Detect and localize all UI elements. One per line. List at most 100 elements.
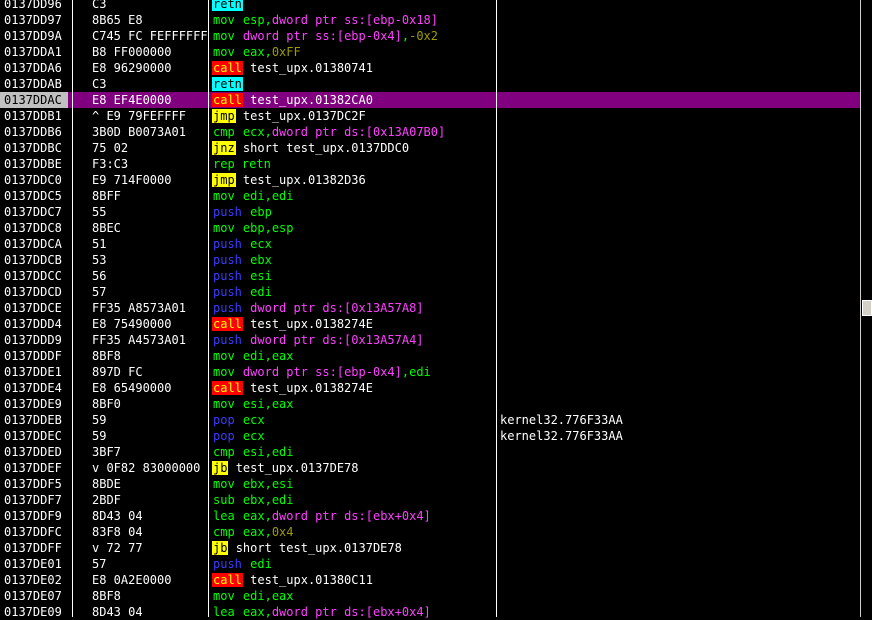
operand: short test_upx.0137DE78	[235, 541, 402, 555]
address-cell: 0137DDF7	[4, 493, 62, 507]
instruction-row[interactable]: 0137DDC8 8BEC mov ebp,esp	[0, 220, 860, 236]
instruction-row[interactable]: 0137DDEC 59 pop ecx kernel32.776F33AA	[0, 428, 860, 444]
operand: dword ptr ds:[0x13A57A4]	[250, 333, 424, 347]
instruction-row[interactable]: 0137DDF5 8BDE mov ebx,esi	[0, 476, 860, 492]
instruction-row[interactable]: 0137DDC7 55 push ebp	[0, 204, 860, 220]
instruction-row[interactable]: 0137DDC5 8BFF mov edi,edi	[0, 188, 860, 204]
instruction-row[interactable]: 0137DDE9 8BF0 mov esi,eax	[0, 396, 860, 412]
operand: ecx	[250, 237, 272, 251]
instruction-row[interactable]: 0137DDC0 E9 714F0000 jmp test_upx.01382D36	[0, 172, 860, 188]
disassembly-cell: cmp ecx,dword ptr ds:[0x13A07B0]	[212, 124, 445, 140]
mnemonic: retn	[212, 77, 243, 91]
disassembly-cell: push ebp	[212, 204, 272, 220]
hex-bytes-cell: E8 96290000	[92, 61, 172, 75]
operand: test_upx.01382CA0	[250, 93, 373, 107]
address-cell: 0137DDEF	[4, 461, 62, 475]
instruction-row[interactable]: 0137DDBE F3:C3 rep retn	[0, 156, 860, 172]
hex-bytes-cell: 3B0D B0073A01	[92, 125, 186, 139]
instruction-row[interactable]: 0137DDF9 8D43 04 lea eax,dword ptr ds:[ebx…	[0, 508, 860, 524]
mnemonic: cmp	[213, 125, 235, 139]
disassembly-cell: push ecx	[212, 236, 272, 252]
instruction-row[interactable]: 0137DE07 8BF8 mov edi,eax	[0, 588, 860, 604]
address-cell: 0137DDAB	[4, 77, 62, 91]
instruction-row[interactable]: 0137DDEF v 0F82 83000000 jb test_upx.0137D…	[0, 460, 860, 476]
disassembly-cell: push edi	[212, 556, 272, 572]
operand: dword ptr ds:[0x13A07B0]	[271, 125, 446, 139]
instruction-row[interactable]: 0137DDE4 E8 65490000 call test_upx.0138274…	[0, 380, 860, 396]
mnemonic: jmp	[212, 173, 236, 187]
instruction-row[interactable]: 0137DD97 8B65 E8 mov esp,dword ptr ss:[ebp…	[0, 12, 860, 28]
instruction-row[interactable]: 0137DDEB 59 pop ecx kernel32.776F33AA	[0, 412, 860, 428]
mnemonic: pop	[213, 413, 235, 427]
hex-bytes-cell: F3:C3	[92, 157, 129, 171]
instruction-row[interactable]: 0137DD9A C745 FC FEFFFFFF mov dword ptr ss…	[0, 28, 860, 44]
operand: dword ptr ss:[ebp-0x18]	[271, 13, 438, 27]
hex-bytes-cell: 53	[92, 253, 107, 267]
instruction-row[interactable]: 0137DE01 57 push edi	[0, 556, 860, 572]
instruction-row[interactable]: 0137DE02 E8 0A2E0000 call test_upx.01380C1…	[0, 572, 860, 588]
address-cell: 0137DDC7	[4, 205, 62, 219]
disassembly-cell: jb short test_upx.0137DE78	[212, 540, 402, 556]
selected-instruction-row[interactable]: 0137DDAC E8 EF4E0000 call test_upx.01382CA…	[0, 92, 860, 108]
column-divider-disasm[interactable]	[496, 0, 497, 617]
instruction-row[interactable]: 0137DDB1 ^ E9 79FEFFFF jmp test_upx.0137DC…	[0, 108, 860, 124]
disassembly-cell: jmp test_upx.0137DC2F	[212, 108, 366, 124]
instruction-row[interactable]: 0137DDCC 56 push esi	[0, 268, 860, 284]
instruction-row[interactable]: 0137DDCA 51 push ecx	[0, 236, 860, 252]
instruction-row[interactable]: 0137DDB6 3B0D B0073A01 cmp ecx,dword ptr d…	[0, 124, 860, 140]
instruction-row[interactable]: 0137DDDF 8BF8 mov edi,eax	[0, 348, 860, 364]
disassembly-cell: cmp esi,edi	[212, 444, 294, 460]
instruction-row[interactable]: 0137DD96 C3 retn	[0, 0, 860, 12]
disassembly-cell: retn	[212, 76, 243, 92]
address-cell: 0137DDE1	[4, 365, 62, 379]
hex-bytes-cell: 59	[92, 413, 107, 427]
hex-bytes-cell: 55	[92, 205, 107, 219]
operand: eax,	[242, 525, 272, 539]
hex-bytes-cell: 8D43 04	[92, 509, 143, 523]
operand: edi,eax	[242, 349, 294, 363]
column-divider-hex[interactable]	[208, 0, 209, 617]
disassembly-cell: cmp eax,0x4	[212, 524, 294, 540]
mnemonic: call	[212, 317, 243, 331]
address-cell: 0137DDC8	[4, 221, 62, 235]
disassembly-cell: pop ecx	[212, 412, 265, 428]
operand: dword ptr ds:[0x13A57A8]	[250, 301, 424, 315]
disassembly-cell: push esi	[212, 268, 272, 284]
instruction-row[interactable]: 0137DDD9 FF35 A4573A01 push dword ptr ds:[…	[0, 332, 860, 348]
instruction-row[interactable]: 0137DDFF v 72 77 jb short test_upx.0137DE7…	[0, 540, 860, 556]
mnemonic: call	[212, 61, 243, 75]
address-cell: 0137DD9A	[4, 29, 62, 43]
instruction-row[interactable]: 0137DDFC 83F8 04 cmp eax,0x4	[0, 524, 860, 540]
mnemonic: pop	[213, 429, 235, 443]
hex-bytes-cell: 57	[92, 285, 107, 299]
instruction-row[interactable]: 0137DDE1 897D FC mov dword ptr ss:[ebp-0x4…	[0, 364, 860, 380]
hex-bytes-cell: 57	[92, 557, 107, 571]
instruction-row[interactable]: 0137DE09 8D43 04 lea eax,dword ptr ds:[ebx…	[0, 604, 860, 620]
instruction-row[interactable]: 0137DDF7 2BDF sub ebx,edi	[0, 492, 860, 508]
address-cell: 0137DDCA	[4, 237, 62, 251]
disassembly-cell: jmp test_upx.01382D36	[212, 172, 366, 188]
instruction-row[interactable]: 0137DDBC 75 02 jnz short test_upx.0137DDC0	[0, 140, 860, 156]
mnemonic: mov	[213, 221, 235, 235]
column-divider-address[interactable]	[72, 0, 73, 617]
disassembly-cell: lea eax,dword ptr ds:[ebx+0x4]	[212, 508, 431, 524]
vertical-scrollbar[interactable]	[860, 0, 872, 617]
instruction-row[interactable]: 0137DDCD 57 push edi	[0, 284, 860, 300]
instruction-row[interactable]: 0137DDAB C3 retn	[0, 76, 860, 92]
instruction-row[interactable]: 0137DDD4 E8 75490000 call test_upx.0138274…	[0, 316, 860, 332]
hex-bytes-cell: B8 FF000000	[92, 45, 172, 59]
instruction-row[interactable]: 0137DDA1 B8 FF000000 mov eax,0xFF	[0, 44, 860, 60]
disassembly-cell: jnz short test_upx.0137DDC0	[212, 140, 409, 156]
operand: eax,	[242, 509, 272, 523]
instruction-row[interactable]: 0137DDCE FF35 A8573A01 push dword ptr ds:[…	[0, 300, 860, 316]
instruction-row[interactable]: 0137DDCB 53 push ebx	[0, 252, 860, 268]
operand: test_upx.0138274E	[250, 381, 373, 395]
address-cell: 0137DDBC	[4, 141, 62, 155]
instruction-row[interactable]: 0137DDA6 E8 96290000 call test_upx.0138074…	[0, 60, 860, 76]
disassembly-cell: rep retn	[212, 156, 272, 172]
disassembly-cell: push dword ptr ds:[0x13A57A4]	[212, 332, 424, 348]
instruction-row[interactable]: 0137DDED 3BF7 cmp esi,edi	[0, 444, 860, 460]
disassembly-listing[interactable]: 0137DD96 C3 retn 0137DD97 8B65 E8 mov esp,dwo…	[0, 0, 860, 620]
scrollbar-thumb[interactable]	[862, 300, 872, 316]
mnemonic: push	[213, 301, 242, 315]
